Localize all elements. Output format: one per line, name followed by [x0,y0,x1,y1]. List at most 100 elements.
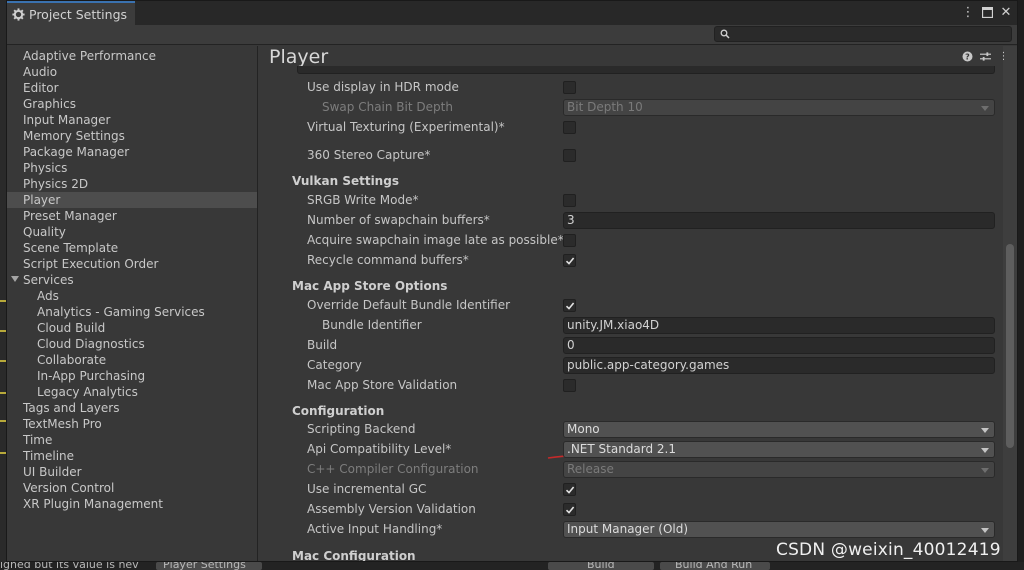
sidebar-item-tags-and-layers[interactable]: Tags and Layers [7,400,257,416]
setting-label: Virtual Texturing (Experimental)* [307,120,505,134]
api-compatibility-level-dropdown[interactable]: .NET Standard 2.1 [563,441,995,458]
number-of-swapchain-buffers-field[interactable]: 3 [563,212,995,229]
sidebar-item-label: In-App Purchasing [37,369,146,383]
setting-label: Recycle command buffers* [307,253,469,267]
swap-chain-bit-depth-dropdown: Bit Depth 10 [563,99,995,116]
sidebar-item-collaborate[interactable]: Collaborate [7,352,257,368]
setting-row-bundle-identifier: Bundle Identifier unity.JM.xiao4D [259,317,995,335]
sidebar-item-label: UI Builder [23,465,82,479]
settings-sidebar: Adaptive Performance Audio Editor Graphics I… [7,46,258,561]
sidebar-item-label: XR Plugin Management [23,497,163,511]
category-field[interactable]: public.app-category.games [563,357,995,374]
setting-row-mac-app-store-validation: Mac App Store Validation [259,377,995,395]
setting-label: Build [307,338,338,352]
clipped-field [297,66,995,74]
sidebar-item-memory-settings[interactable]: Memory Settings [7,128,257,144]
sidebar-item-label: Legacy Analytics [37,385,138,399]
scripting-backend-dropdown[interactable]: Mono [563,421,995,438]
context-menu-icon[interactable]: ⋮ [998,51,1009,62]
sidebar-item-script-execution-order[interactable]: Script Execution Order [7,256,257,272]
sidebar-item-physics[interactable]: Physics [7,160,257,176]
scrollbar-thumb[interactable] [1006,244,1014,448]
chevron-down-icon [981,106,989,111]
setting-label: Api Compatibility Level* [307,442,452,456]
sidebar-item-ads[interactable]: Ads [7,288,257,304]
presets-icon[interactable] [980,51,991,62]
srgb-write-mode-checkbox[interactable] [563,194,576,207]
sidebar-item-label: Preset Manager [23,209,117,223]
sidebar-item-time[interactable]: Time [7,432,257,448]
build-button-label: Build [587,562,615,570]
sidebar-item-scene-template[interactable]: Scene Template [7,240,257,256]
sidebar-item-in-app-purchasing[interactable]: In-App Purchasing [7,368,257,384]
section-header[interactable]: Vulkan Settings [292,174,399,188]
use-incremental-gc-checkbox[interactable] [563,483,576,496]
maximize-icon[interactable] [980,4,994,20]
bottom-bar: igned but its value is nev Player Settin… [0,562,1024,570]
setting-row-srgb-write-mode: SRGB Write Mode* [259,192,995,210]
window-controls: ⋮ ✕ [961,4,1013,20]
sidebar-item-adaptive-performance[interactable]: Adaptive Performance [7,48,257,64]
sidebar-item-version-control[interactable]: Version Control [7,480,257,496]
sidebar-item-preset-manager[interactable]: Preset Manager [7,208,257,224]
help-icon[interactable]: ? [962,51,973,62]
setting-row-api-compatibility-level: Api Compatibility Level* .NET Standard 2.… [259,441,995,459]
console-status-text: igned but its value is nev [0,562,139,570]
sidebar-item-label: Adaptive Performance [23,49,156,63]
dropdown-value: .NET Standard 2.1 [567,442,677,456]
setting-label: Assembly Version Validation [307,502,476,516]
section-header[interactable]: Mac App Store Options [292,279,447,293]
setting-row-override-default-bundle-identifier: Override Default Bundle Identifier [259,297,995,315]
sidebar-item-quality[interactable]: Quality [7,224,257,240]
sidebar-item-services[interactable]: Services [7,272,257,288]
section-vulkan-settings: Vulkan Settings [259,173,995,191]
sidebar-item-textmesh-pro[interactable]: TextMesh Pro [7,416,257,432]
section-header[interactable]: Configuration [292,404,384,418]
sidebar-item-label: Cloud Build [37,321,106,335]
mac-app-store-validation-checkbox[interactable] [563,379,576,392]
build-field[interactable]: 0 [563,337,995,354]
setting-label: Category [307,358,362,372]
bundle-identifier-field[interactable]: unity.JM.xiao4D [563,317,995,334]
sidebar-item-xr-plugin-management[interactable]: XR Plugin Management [7,496,257,512]
close-icon[interactable]: ✕ [999,4,1013,20]
active-input-handling-dropdown[interactable]: Input Manager (Old) [563,521,995,538]
sidebar-item-graphics[interactable]: Graphics [7,96,257,112]
sidebar-item-cloud-build[interactable]: Cloud Build [7,320,257,336]
sidebar-item-ui-builder[interactable]: UI Builder [7,464,257,480]
sidebar-item-analytics-gaming-services[interactable]: Analytics - Gaming Services [7,304,257,320]
sidebar-item-player[interactable]: Player [7,192,257,208]
foldout-arrow-icon[interactable] [11,276,19,282]
build-and-run-label: Build And Run [675,562,753,570]
sidebar-item-label: Audio [23,65,58,79]
override-default-bundle-identifier-checkbox[interactable] [563,299,576,312]
acquire-swapchain-image-late-as-possible-checkbox[interactable] [563,234,576,247]
sidebar-item-label: Analytics - Gaming Services [37,305,205,319]
use-display-in-hdr-mode-checkbox[interactable] [563,81,576,94]
sidebar-item-input-manager[interactable]: Input Manager [7,112,257,128]
sidebar-item-cloud-diagnostics[interactable]: Cloud Diagnostics [7,336,257,352]
sidebar-item-audio[interactable]: Audio [7,64,257,80]
assembly-version-validation-checkbox[interactable] [563,503,576,516]
sidebar-item-label: Ads [37,289,59,303]
setting-label: Mac App Store Validation [307,378,458,392]
project-settings-tab[interactable]: Project Settings [7,1,135,25]
search-input[interactable] [714,26,1012,42]
360-stereo-capture-checkbox[interactable] [563,149,576,162]
setting-label: Active Input Handling* [307,522,443,536]
virtual-texturing-experimental-checkbox[interactable] [563,121,576,134]
setting-row-360-stereo-capture: 360 Stereo Capture* [259,147,995,165]
sidebar-item-package-manager[interactable]: Package Manager [7,144,257,160]
sidebar-item-timeline[interactable]: Timeline [7,448,257,464]
more-options-icon[interactable]: ⋮ [961,4,975,20]
content-scrollbar[interactable] [1003,46,1017,561]
sidebar-item-legacy-analytics[interactable]: Legacy Analytics [7,384,257,400]
sidebar-item-physics-2d[interactable]: Physics 2D [7,176,257,192]
setting-row-scripting-backend: Scripting Backend Mono [259,421,995,439]
c-compiler-configuration-dropdown: Release [563,461,995,478]
section-header[interactable]: Mac Configuration [292,549,416,561]
chevron-down-icon [981,428,989,433]
recycle-command-buffers-checkbox[interactable] [563,254,576,267]
sidebar-item-label: Scene Template [23,241,119,255]
sidebar-item-editor[interactable]: Editor [7,80,257,96]
